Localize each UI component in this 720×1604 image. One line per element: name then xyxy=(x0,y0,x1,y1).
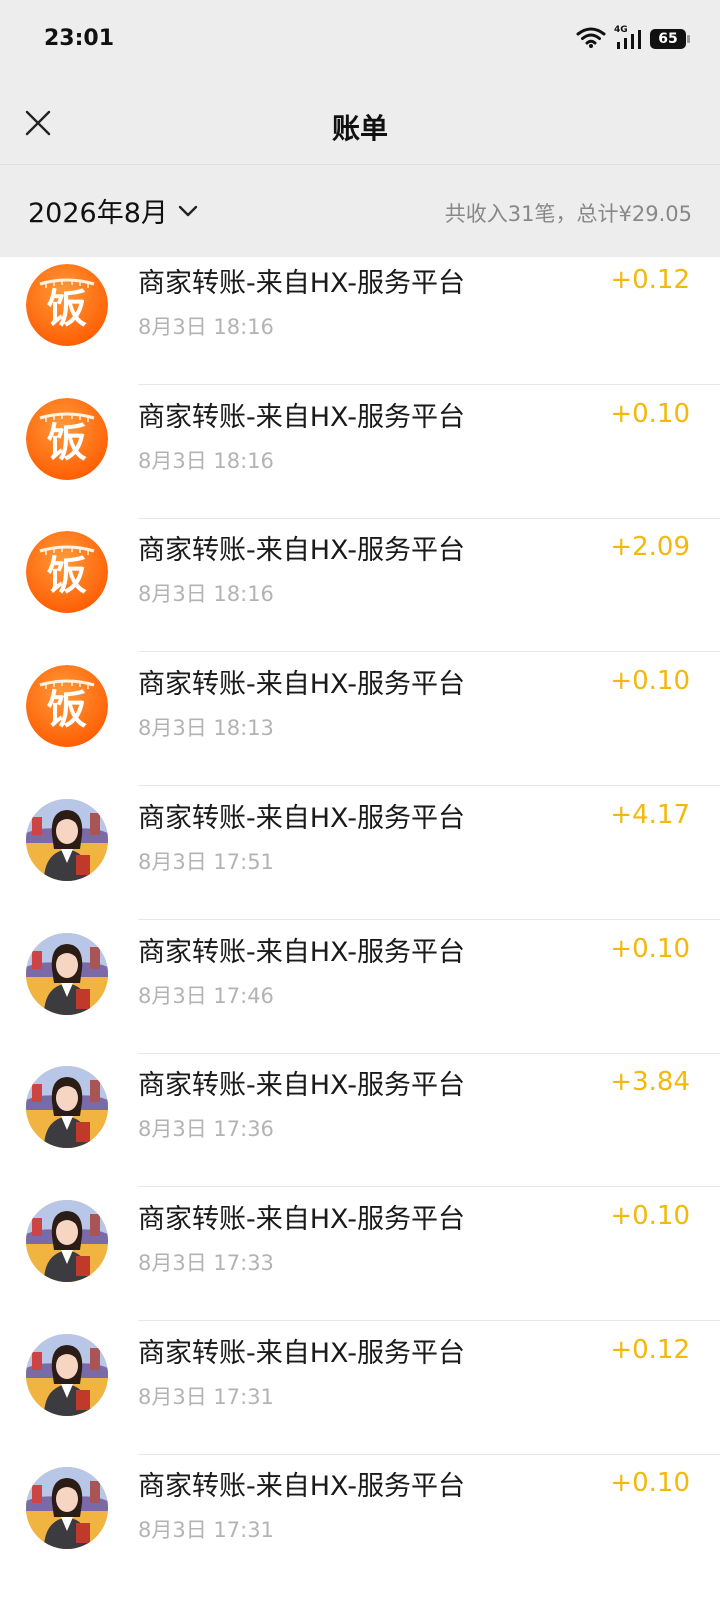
status-bar: 23:01 4G 65 xyxy=(0,0,720,82)
fan-logo-avatar: 饭 xyxy=(26,665,108,747)
transaction-time: 8月3日 18:16 xyxy=(138,582,274,606)
transaction-time: 8月3日 17:51 xyxy=(138,850,274,874)
transaction-row[interactable]: 商家转账-来自HX-服务平台 8月3日 17:31 +0.12 xyxy=(0,1321,720,1455)
merchant-avatar xyxy=(26,1200,108,1282)
battery-icon: 65 xyxy=(650,29,690,49)
transaction-time: 8月3日 18:13 xyxy=(138,716,274,740)
wifi-icon xyxy=(576,26,606,52)
svg-text:饭: 饭 xyxy=(47,420,87,466)
status-time: 23:01 xyxy=(44,26,115,51)
transaction-row[interactable]: 饭 商家转账-来自HX-服务平台 8月3日 18:16 +2.09 xyxy=(0,518,720,652)
transaction-title: 商家转账-来自HX-服务平台 xyxy=(138,1471,465,1502)
transaction-row[interactable]: 商家转账-来自HX-服务平台 8月3日 17:36 +3.84 xyxy=(0,1053,720,1187)
chevron-down-icon xyxy=(178,205,198,216)
svg-text:饭: 饭 xyxy=(47,286,87,332)
merchant-avatar xyxy=(26,799,108,881)
transaction-title: 商家转账-来自HX-服务平台 xyxy=(138,1338,465,1369)
transaction-row[interactable]: 商家转账-来自HX-服务平台 8月3日 17:31 +0.10 xyxy=(0,1454,720,1588)
transaction-time: 8月3日 17:33 xyxy=(138,1251,274,1275)
transaction-title: 商家转账-来自HX-服务平台 xyxy=(138,268,465,299)
merchant-avatar xyxy=(26,1467,108,1549)
transaction-row[interactable]: 商家转账-来自HX-服务平台 8月3日 17:46 +0.10 xyxy=(0,920,720,1054)
transaction-time: 8月3日 18:16 xyxy=(138,449,274,473)
merchant-avatar xyxy=(26,1334,108,1416)
fan-logo-avatar: 饭 xyxy=(26,398,108,480)
filter-bar: 2026年8月 共收入31笔，总计¥29.05 xyxy=(0,165,720,257)
transaction-title: 商家转账-来自HX-服务平台 xyxy=(138,402,465,433)
transaction-title: 商家转账-来自HX-服务平台 xyxy=(138,803,465,834)
transaction-amount: +3.84 xyxy=(610,1067,690,1097)
svg-text:饭: 饭 xyxy=(47,553,87,599)
transaction-amount: +0.10 xyxy=(610,1468,690,1498)
page-title: 账单 xyxy=(331,112,388,145)
fan-logo-avatar: 饭 xyxy=(26,264,108,346)
transaction-amount: +0.10 xyxy=(610,1201,690,1231)
transaction-title: 商家转账-来自HX-服务平台 xyxy=(138,535,465,566)
transaction-time: 8月3日 17:31 xyxy=(138,1385,274,1409)
transaction-title: 商家转账-来自HX-服务平台 xyxy=(138,1204,465,1235)
transaction-amount: +0.12 xyxy=(610,265,690,295)
transaction-title: 商家转账-来自HX-服务平台 xyxy=(138,1070,465,1101)
transaction-row[interactable]: 饭 商家转账-来自HX-服务平台 8月3日 18:13 +0.10 xyxy=(0,652,720,786)
transaction-time: 8月3日 18:16 xyxy=(138,315,274,339)
transaction-amount: +0.10 xyxy=(610,399,690,429)
transaction-amount: +4.17 xyxy=(610,800,690,830)
transaction-time: 8月3日 17:36 xyxy=(138,1117,274,1141)
transaction-amount: +0.10 xyxy=(610,666,690,696)
transaction-row[interactable]: 商家转账-来自HX-服务平台 8月3日 17:33 +0.10 xyxy=(0,1187,720,1321)
fan-logo-avatar: 饭 xyxy=(26,531,108,613)
transaction-row[interactable]: 饭 商家转账-来自HX-服务平台 8月3日 18:16 +0.10 xyxy=(0,385,720,519)
nav-bar: 账单 xyxy=(0,82,720,165)
transaction-amount: +0.10 xyxy=(610,934,690,964)
transaction-title: 商家转账-来自HX-服务平台 xyxy=(138,669,465,700)
status-icons: 4G 65 xyxy=(576,25,690,52)
month-label: 2026年8月 xyxy=(28,198,168,229)
merchant-avatar xyxy=(26,1066,108,1148)
income-summary: 共收入31笔，总计¥29.05 xyxy=(444,202,692,226)
transaction-row[interactable]: 商家转账-来自HX-服务平台 8月3日 17:51 +4.17 xyxy=(0,786,720,920)
merchant-avatar xyxy=(26,933,108,1015)
month-selector[interactable]: 2026年8月 xyxy=(28,191,198,230)
svg-text:饭: 饭 xyxy=(47,687,87,733)
transaction-row[interactable]: 饭 商家转账-来自HX-服务平台 8月3日 18:16 +0.12 xyxy=(0,257,720,385)
transaction-time: 8月3日 17:46 xyxy=(138,984,274,1008)
cellular-signal-icon: 4G xyxy=(614,25,642,50)
transaction-list[interactable]: 饭 商家转账-来自HX-服务平台 8月3日 18:16 +0.12 饭 商家转账-来… xyxy=(0,257,720,1604)
transaction-amount: +2.09 xyxy=(610,532,690,562)
transaction-title: 商家转账-来自HX-服务平台 xyxy=(138,937,465,968)
transaction-amount: +0.12 xyxy=(610,1335,690,1365)
transaction-time: 8月3日 17:31 xyxy=(138,1518,274,1542)
